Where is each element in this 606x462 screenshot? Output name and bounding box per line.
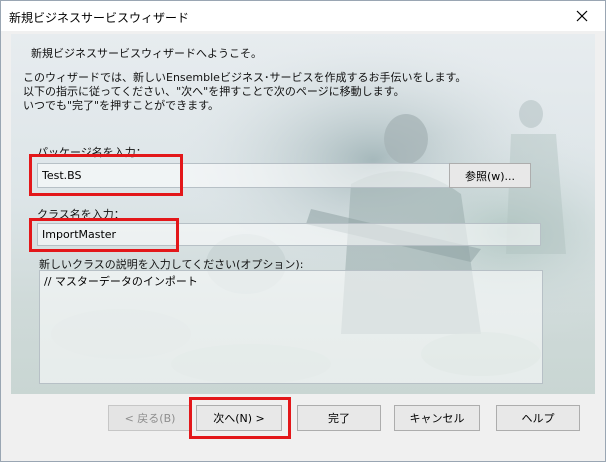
wizard-window: 新規ビジネスサービスウィザード 新規ビジネスサービスウィザードへようこそ。 この… — [0, 0, 606, 462]
close-icon — [576, 10, 588, 22]
close-button[interactable] — [565, 3, 599, 29]
description-textarea[interactable]: // マスターデータのインポート — [44, 271, 542, 385]
intro-line-3: いつでも"完了"を押すことができます。 — [23, 99, 220, 112]
description-field[interactable]: // マスターデータのインポート — [39, 270, 543, 385]
class-label: クラス名を入力： — [37, 208, 125, 221]
window-title: 新規ビジネスサービスウィザード — [9, 11, 190, 25]
class-field[interactable] — [37, 223, 541, 246]
package-label: パッケージ名を入力： — [37, 146, 147, 159]
next-button[interactable]: 次へ(N) > — [196, 405, 282, 431]
wizard-content: 新規ビジネスサービスウィザードへようこそ。 このウィザードでは、新しいEnsem… — [11, 34, 595, 394]
package-input[interactable] — [42, 164, 452, 187]
title-bar: 新規ビジネスサービスウィザード — [1, 1, 605, 31]
intro-heading: 新規ビジネスサービスウィザードへようこそ。 — [31, 47, 262, 60]
browse-button[interactable]: 参照(w)... — [449, 163, 531, 188]
cancel-button[interactable]: キャンセル — [394, 405, 480, 431]
class-input[interactable] — [42, 224, 540, 245]
finish-button[interactable]: 完了 — [297, 405, 381, 431]
back-button[interactable]: < 戻る(B) — [108, 405, 192, 431]
package-field[interactable] — [37, 163, 453, 188]
help-button[interactable]: ヘルプ — [496, 405, 580, 431]
